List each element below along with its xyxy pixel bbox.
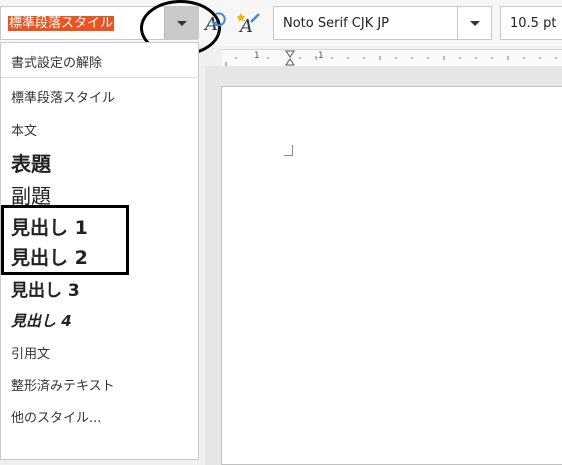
style-item-body-text[interactable]: 本文 [11, 120, 37, 139]
indent-marker-icon [285, 50, 295, 58]
indent-marker-icon [285, 58, 295, 66]
style-item-heading-4[interactable]: 見出し 4 [11, 310, 72, 331]
style-item-clear-formatting[interactable]: 書式設定の解除 [11, 52, 102, 71]
font-name-dropdown-button[interactable] [457, 7, 493, 39]
annotation-rectangle [1, 205, 129, 275]
style-item-heading-3[interactable]: 見出し 3 [11, 276, 80, 301]
ruler-label: 1 [254, 51, 260, 61]
style-item-default-paragraph[interactable]: 標準段落スタイル [11, 87, 115, 106]
style-item-quotations[interactable]: 引用文 [11, 343, 50, 362]
update-style-icon[interactable]: A [203, 10, 229, 36]
style-item-more-styles[interactable]: 他のスタイル... [11, 407, 101, 426]
style-item-preformatted-text[interactable]: 整形済みテキスト [11, 375, 115, 394]
font-name-combobox[interactable]: Noto Serif CJK JP [273, 6, 492, 40]
new-style-icon[interactable]: A [235, 10, 261, 36]
horizontal-ruler[interactable]: 1 1 [222, 49, 562, 67]
style-item-title[interactable]: 表題 [11, 148, 51, 177]
divider [1, 77, 198, 78]
document-page[interactable] [221, 86, 562, 465]
font-size-combobox[interactable]: 10.5 pt [500, 6, 562, 40]
chevron-down-icon [470, 21, 480, 26]
document-area [205, 66, 562, 465]
paragraph-style-list: 書式設定の解除 標準段落スタイル 本文 表題 副題 見出し 1 見出し 2 見出… [0, 42, 199, 460]
paragraph-style-value[interactable]: 標準段落スタイル [8, 16, 115, 31]
ruler-ticks [225, 50, 557, 66]
text-boundary-corner [284, 145, 293, 156]
ruler-label: 1 [318, 51, 324, 61]
font-size-value[interactable]: 10.5 pt [510, 16, 556, 31]
formatting-toolbar: 標準段落スタイル A A Noto Serif CJK JP 10.5 pt [0, 0, 562, 56]
font-name-value[interactable]: Noto Serif CJK JP [283, 16, 389, 31]
